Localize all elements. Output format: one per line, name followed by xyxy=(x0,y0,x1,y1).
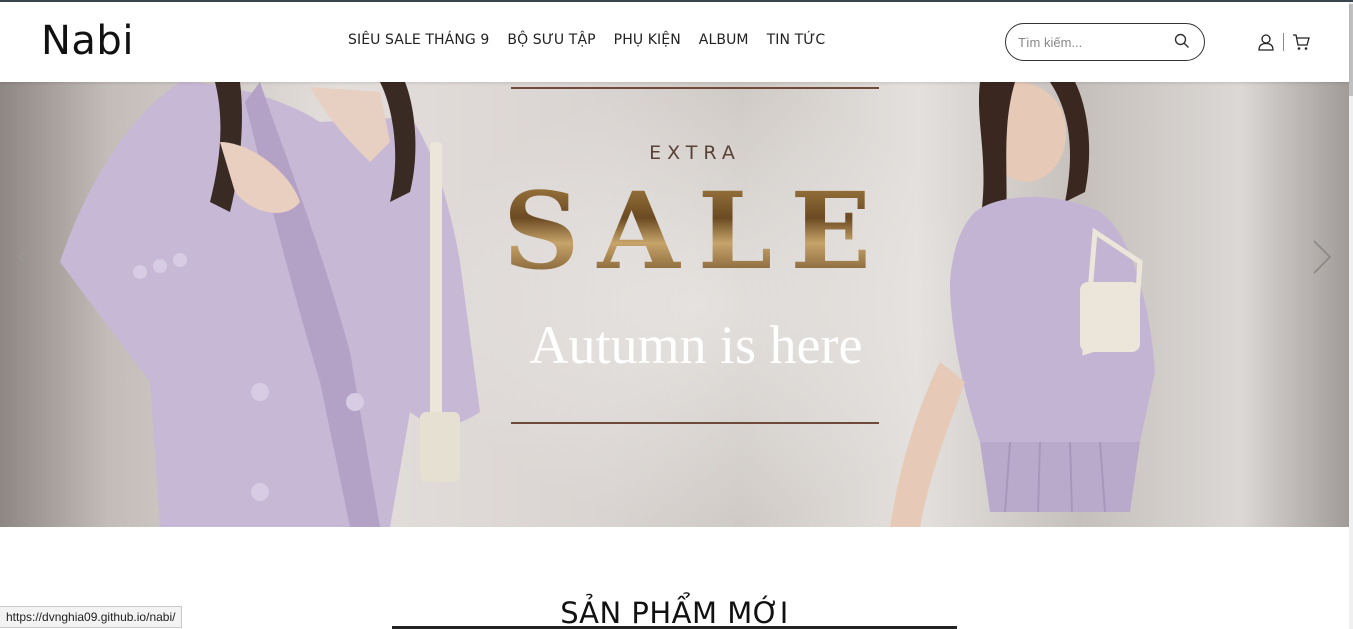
hero-sale-text: SALE xyxy=(500,168,892,293)
site-header: Nabi SIÊU SALE THÁNG 9 BỘ SƯU TẬP PHỤ KI… xyxy=(0,2,1349,82)
main-nav: SIÊU SALE THÁNG 9 BỘ SƯU TẬP PHỤ KIỆN AL… xyxy=(339,32,834,48)
section-title: SẢN PHẨM MỚI xyxy=(560,596,789,629)
nav-item-news[interactable]: TIN TỨC xyxy=(758,32,835,48)
hero-tagline: Autumn is here xyxy=(529,315,863,375)
nav-item-album[interactable]: ALBUM xyxy=(690,32,758,48)
browser-status-bar: https://dvnghia09.github.io/nabi/ xyxy=(0,606,183,628)
model-right-image xyxy=(890,82,1155,527)
chevron-right-icon[interactable] xyxy=(1311,239,1333,275)
nav-item-accessories[interactable]: PHỤ KIỆN xyxy=(605,32,690,48)
hero-banner[interactable]: EXTRA SALE Autumn is here xyxy=(0,82,1349,527)
search-input[interactable] xyxy=(1018,32,1168,52)
chevron-left-icon[interactable] xyxy=(16,239,38,275)
page-scrollbar[interactable] xyxy=(1349,2,1353,629)
hero-extra-text: EXTRA xyxy=(649,142,741,164)
model-left-image xyxy=(60,82,480,527)
cart-icon[interactable] xyxy=(1292,33,1310,51)
user-icon[interactable] xyxy=(1257,33,1275,51)
search-icon[interactable] xyxy=(1174,33,1190,49)
logo[interactable]: Nabi xyxy=(41,18,134,64)
hero-divider-top xyxy=(511,87,879,89)
scrollbar-thumb[interactable] xyxy=(1349,4,1353,96)
icon-divider xyxy=(1283,33,1284,51)
hero-divider-bottom xyxy=(511,422,879,424)
search-box xyxy=(1005,23,1205,61)
nav-item-collection[interactable]: BỘ SƯU TẬP xyxy=(498,32,604,48)
nav-item-sale[interactable]: SIÊU SALE THÁNG 9 xyxy=(339,32,498,48)
